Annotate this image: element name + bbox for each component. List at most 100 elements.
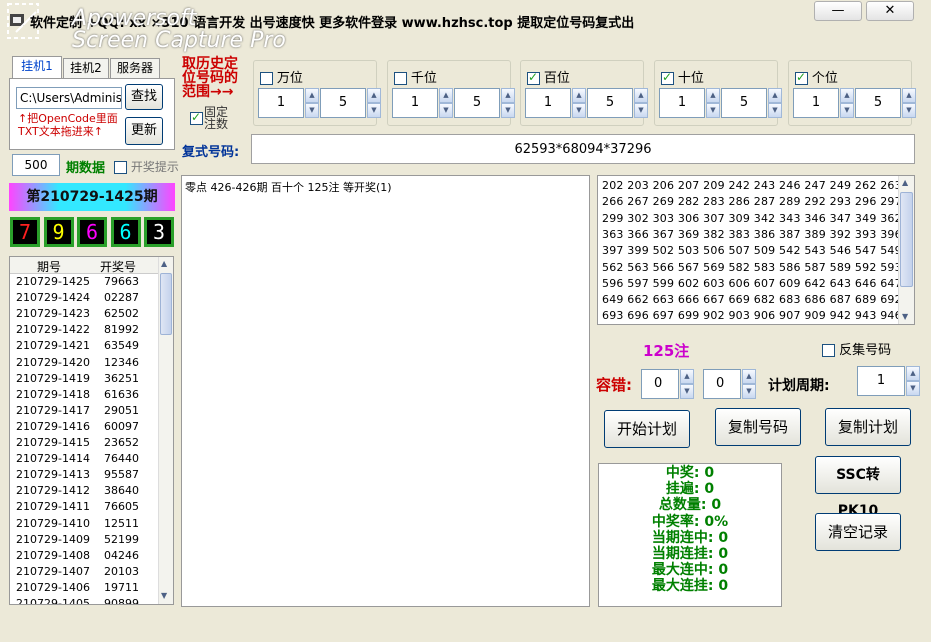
position-bai-checkbox[interactable]: 百位 <box>527 67 570 86</box>
position-ge-from-value[interactable]: 1 <box>793 88 839 118</box>
copy-plan-button[interactable]: 复制计划 <box>825 408 911 446</box>
position-shi-to-up-icon[interactable]: ▲ <box>768 88 782 103</box>
table-row[interactable]: 210729-1419 36251 <box>10 371 158 387</box>
position-wan-to-stepper[interactable]: 5 ▲ ▼ <box>320 88 381 118</box>
position-shi-to-stepper[interactable]: 5 ▲ ▼ <box>721 88 782 118</box>
position-bai-to-down-icon[interactable]: ▼ <box>634 103 648 118</box>
position-bai-to-value[interactable]: 5 <box>587 88 633 118</box>
table-row[interactable]: 210729-1417 29051 <box>10 403 158 419</box>
position-ge-from-down-icon[interactable]: ▼ <box>840 103 854 118</box>
tab-guaji2[interactable]: 挂机2 <box>63 58 109 78</box>
position-qian-to-value[interactable]: 5 <box>454 88 500 118</box>
history-scrollbar[interactable]: ▲ ▼ <box>158 257 173 604</box>
position-qian-to-down-icon[interactable]: ▼ <box>501 103 515 118</box>
tolerance-a-value[interactable]: 0 <box>641 369 679 399</box>
position-shi-check-icon[interactable] <box>661 70 674 85</box>
position-shi-to-value[interactable]: 5 <box>721 88 767 118</box>
position-ge-to-up-icon[interactable]: ▲ <box>902 88 916 103</box>
number-list-scroll-thumb[interactable] <box>900 192 913 287</box>
position-bai-to-stepper[interactable]: 5 ▲ ▼ <box>587 88 648 118</box>
copy-numbers-button[interactable]: 复制号码 <box>715 408 801 446</box>
tolerance-b-up-icon[interactable]: ▲ <box>742 369 756 384</box>
search-button[interactable]: 查找 <box>125 84 163 110</box>
plan-cycle-up-icon[interactable]: ▲ <box>906 366 920 381</box>
position-bai-check-icon[interactable] <box>527 70 540 85</box>
tab-guaji1[interactable]: 挂机1 <box>12 56 62 78</box>
position-ge-checkbox[interactable]: 个位 <box>795 67 838 86</box>
open-hint-check-icon[interactable] <box>114 161 127 174</box>
tolerance-b-value[interactable]: 0 <box>703 369 741 399</box>
plan-cycle-down-icon[interactable]: ▼ <box>906 381 920 396</box>
position-wan-to-up-icon[interactable]: ▲ <box>367 88 381 103</box>
position-bai-to-up-icon[interactable]: ▲ <box>634 88 648 103</box>
position-wan-check-icon[interactable] <box>260 72 273 85</box>
position-qian-from-down-icon[interactable]: ▼ <box>439 103 453 118</box>
position-ge-to-stepper[interactable]: 5 ▲ ▼ <box>855 88 916 118</box>
position-wan-from-stepper[interactable]: 1 ▲ ▼ <box>258 88 319 118</box>
table-row[interactable]: 210729-1407 20103 <box>10 564 158 580</box>
open-hint-checkbox[interactable]: 开奖提示 <box>114 158 179 175</box>
position-qian-from-stepper[interactable]: 1 ▲ ▼ <box>392 88 453 118</box>
compound-numbers-field[interactable]: 62593*68094*37296 <box>251 134 915 164</box>
table-row[interactable]: 210729-1418 61636 <box>10 387 158 403</box>
history-table[interactable]: 期号 开奖号 210729-1425 79663 210729-1424 02287 2… <box>9 256 174 605</box>
tolerance-b-down-icon[interactable]: ▼ <box>742 384 756 399</box>
table-row[interactable]: 210729-1413 95587 <box>10 467 158 483</box>
table-row[interactable]: 210729-1406 19711 <box>10 580 158 596</box>
table-row[interactable]: 210729-1414 76440 <box>10 451 158 467</box>
position-qian-to-up-icon[interactable]: ▲ <box>501 88 515 103</box>
position-ge-check-icon[interactable] <box>795 70 808 85</box>
position-qian-from-up-icon[interactable]: ▲ <box>439 88 453 103</box>
reverse-checkbox[interactable]: 反集号码 <box>822 339 891 358</box>
table-row[interactable]: 210729-1409 52199 <box>10 532 158 548</box>
position-shi-from-stepper[interactable]: 1 ▲ ▼ <box>659 88 720 118</box>
position-shi-from-down-icon[interactable]: ▼ <box>706 103 720 118</box>
tolerance-a-down-icon[interactable]: ▼ <box>680 384 694 399</box>
history-col-number[interactable]: 开奖号 <box>100 258 136 275</box>
position-ge-to-value[interactable]: 5 <box>855 88 901 118</box>
scroll-up-icon[interactable]: ▲ <box>161 259 167 268</box>
clear-records-button[interactable]: 清空记录 <box>815 513 901 551</box>
position-wan-to-down-icon[interactable]: ▼ <box>367 103 381 118</box>
number-list[interactable]: 202 203 206 207 209 242 243 246 247 249 … <box>597 175 915 325</box>
plan-cycle-value[interactable]: 1 <box>857 366 905 396</box>
table-row[interactable]: 210729-1411 76605 <box>10 499 158 515</box>
position-bai-from-stepper[interactable]: 1 ▲ ▼ <box>525 88 586 118</box>
tolerance-a-up-icon[interactable]: ▲ <box>680 369 694 384</box>
fixed-check-icon[interactable] <box>190 110 203 125</box>
position-ge-from-up-icon[interactable]: ▲ <box>840 88 854 103</box>
num-scroll-down-icon[interactable]: ▼ <box>902 312 908 321</box>
table-row[interactable]: 210729-1408 04246 <box>10 548 158 564</box>
position-qian-check-icon[interactable] <box>394 72 407 85</box>
table-row[interactable]: 210729-1415 23652 <box>10 435 158 451</box>
table-row[interactable]: 210729-1422 81992 <box>10 322 158 338</box>
position-shi-from-up-icon[interactable]: ▲ <box>706 88 720 103</box>
position-shi-checkbox[interactable]: 十位 <box>661 67 704 86</box>
table-row[interactable]: 210729-1420 12346 <box>10 355 158 371</box>
plan-cycle-stepper[interactable]: 1 ▲ ▼ <box>857 366 920 396</box>
position-bai-from-up-icon[interactable]: ▲ <box>572 88 586 103</box>
table-row[interactable]: 210729-1405 90899 <box>10 596 158 604</box>
path-input[interactable]: C:\Users\Administ <box>16 87 122 109</box>
tolerance-a-stepper[interactable]: 0 ▲ ▼ <box>641 369 701 399</box>
position-shi-from-value[interactable]: 1 <box>659 88 705 118</box>
position-wan-from-up-icon[interactable]: ▲ <box>305 88 319 103</box>
position-wan-to-value[interactable]: 5 <box>320 88 366 118</box>
table-row[interactable]: 210729-1416 60097 <box>10 419 158 435</box>
table-row[interactable]: 210729-1423 62502 <box>10 306 158 322</box>
reverse-check-icon[interactable] <box>822 344 835 357</box>
table-row[interactable]: 210729-1412 38640 <box>10 483 158 499</box>
period-count-input[interactable]: 500 <box>12 154 60 176</box>
position-qian-checkbox[interactable]: 千位 <box>394 67 437 86</box>
table-row[interactable]: 210729-1410 12511 <box>10 516 158 532</box>
tolerance-b-stepper[interactable]: 0 ▲ ▼ <box>703 369 763 399</box>
position-bai-from-down-icon[interactable]: ▼ <box>572 103 586 118</box>
scroll-down-icon[interactable]: ▼ <box>161 591 167 600</box>
minimize-button[interactable]: — <box>814 1 862 21</box>
number-list-scrollbar[interactable]: ▲ ▼ <box>898 176 914 324</box>
position-wan-from-down-icon[interactable]: ▼ <box>305 103 319 118</box>
position-ge-to-down-icon[interactable]: ▼ <box>902 103 916 118</box>
log-area[interactable]: 零点 426-426期 百十个 125注 等开奖(1) <box>181 175 590 607</box>
position-wan-from-value[interactable]: 1 <box>258 88 304 118</box>
history-col-period[interactable]: 期号 <box>37 258 61 275</box>
